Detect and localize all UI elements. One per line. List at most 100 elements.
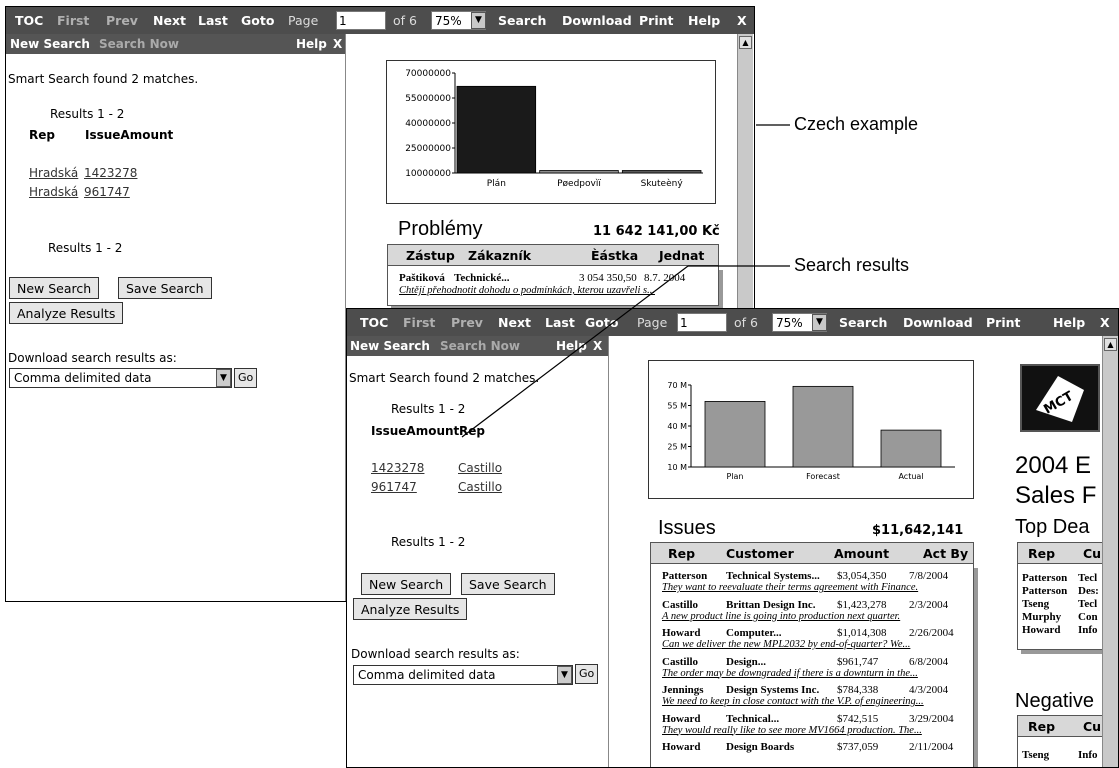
cell-cu: Tecl bbox=[1078, 572, 1098, 584]
go-button[interactable]: Go bbox=[575, 664, 599, 684]
help-link[interactable]: Help bbox=[296, 37, 327, 51]
search-button[interactable]: Search bbox=[839, 315, 887, 330]
result-amount-link[interactable]: 1423278 bbox=[371, 461, 424, 475]
last-button[interactable]: Last bbox=[545, 315, 575, 330]
search-now-link[interactable]: Search Now bbox=[99, 37, 179, 51]
cell-amount: $784,338 bbox=[837, 684, 879, 696]
prev-button[interactable]: Prev bbox=[451, 315, 483, 330]
issues-table-body: Paštiková Technické... 3 054 350,50 8.7.… bbox=[387, 266, 719, 306]
y-tick-label: 25 M bbox=[667, 443, 687, 452]
col-header: Rep bbox=[1028, 546, 1056, 561]
analyze-results-button[interactable]: Analyze Results bbox=[9, 302, 124, 324]
chevron-down-icon[interactable]: ▼ bbox=[471, 12, 486, 29]
print-button[interactable]: Print bbox=[639, 13, 674, 28]
result-amount-link[interactable]: 961747 bbox=[371, 480, 417, 494]
cell-cu: Con bbox=[1078, 611, 1098, 623]
new-search-button[interactable]: New Search bbox=[9, 277, 100, 299]
help-button[interactable]: Help bbox=[688, 13, 720, 28]
y-tick-label: 10 M bbox=[667, 463, 687, 472]
cell-customer: Design Systems Inc. bbox=[726, 684, 820, 696]
col-header-amount: IssueAmount bbox=[85, 128, 174, 142]
row-note: They would really like to see more MV166… bbox=[662, 724, 922, 736]
x-tick-label: Forecast bbox=[806, 472, 840, 481]
cell-rep: Jennings bbox=[662, 684, 704, 696]
close-panel-button[interactable]: X bbox=[333, 37, 342, 51]
report-title-line-2: Sales F bbox=[1015, 482, 1097, 509]
result-rep-link[interactable]: Castillo bbox=[458, 461, 502, 475]
cell-customer: Design... bbox=[726, 655, 767, 668]
x-tick-label: Plán bbox=[487, 179, 506, 189]
analyze-results-button[interactable]: Analyze Results bbox=[353, 598, 468, 620]
chevron-down-icon[interactable]: ▼ bbox=[216, 369, 231, 387]
download-button[interactable]: Download bbox=[562, 13, 632, 28]
report-title-line-1: 2004 E bbox=[1015, 452, 1092, 479]
save-search-button[interactable]: Save Search bbox=[461, 573, 555, 595]
download-button[interactable]: Download bbox=[903, 315, 973, 330]
new-search-link[interactable]: New Search bbox=[350, 339, 430, 353]
chevron-down-icon[interactable]: ▼ bbox=[557, 666, 572, 684]
vertical-scrollbar[interactable]: ▲ bbox=[1102, 336, 1118, 767]
toc-button[interactable]: TOC bbox=[360, 315, 388, 330]
chart-plot: 70000000 55000000 40000000 25000000 10000000… bbox=[405, 69, 703, 189]
issues-table-body: Patterson Technical Systems... $3,054,350 7… bbox=[650, 564, 974, 767]
new-search-link[interactable]: New Search bbox=[10, 37, 90, 51]
x-tick-label: Pøedpovìï bbox=[557, 179, 601, 189]
col-header: Amount bbox=[834, 546, 890, 561]
cell-customer: Technical... bbox=[726, 712, 780, 725]
cell-date: 2/11/2004 bbox=[909, 741, 954, 753]
col-header-rep: Rep bbox=[29, 128, 55, 142]
col-header: Customer bbox=[726, 546, 794, 561]
close-panel-button[interactable]: X bbox=[593, 339, 602, 353]
first-button[interactable]: First bbox=[403, 315, 435, 330]
close-button[interactable]: X bbox=[1100, 315, 1110, 330]
prev-button[interactable]: Prev bbox=[106, 13, 138, 28]
download-format-select[interactable]: Comma delimited data bbox=[9, 368, 232, 388]
goto-button[interactable]: Goto bbox=[585, 315, 618, 330]
col-header-amount: IssueAmount bbox=[371, 424, 460, 438]
scroll-up-icon[interactable]: ▲ bbox=[1104, 338, 1117, 351]
search-button[interactable]: Search bbox=[498, 13, 546, 28]
result-rep-link[interactable]: Hradská bbox=[29, 166, 78, 180]
col-header: Zákazník bbox=[468, 248, 532, 263]
result-rep-link[interactable]: Castillo bbox=[458, 480, 502, 494]
match-count: Smart Search found 2 matches. bbox=[8, 72, 199, 86]
page-input[interactable]: 1 bbox=[677, 313, 727, 332]
close-button[interactable]: X bbox=[737, 13, 747, 28]
result-amount-link[interactable]: 1423278 bbox=[84, 166, 137, 180]
download-label: Download search results as: bbox=[351, 647, 520, 661]
new-search-button[interactable]: New Search bbox=[361, 573, 452, 595]
scroll-up-icon[interactable]: ▲ bbox=[739, 36, 752, 49]
bar-chart: 70000000 55000000 40000000 25000000 10000000… bbox=[386, 60, 716, 204]
y-tick-label: 10000000 bbox=[405, 169, 451, 179]
chevron-down-icon[interactable]: ▼ bbox=[812, 314, 827, 331]
top-deals-title: Top Dea bbox=[1015, 516, 1090, 538]
col-header: Jednat bbox=[659, 248, 705, 263]
help-link[interactable]: Help bbox=[556, 339, 587, 353]
cell-cu: Tecl bbox=[1078, 598, 1098, 610]
download-format-select[interactable]: Comma delimited data bbox=[353, 665, 573, 685]
save-search-button[interactable]: Save Search bbox=[118, 277, 212, 299]
col-header: Èástka bbox=[591, 248, 639, 263]
last-button[interactable]: Last bbox=[198, 13, 228, 28]
print-button[interactable]: Print bbox=[986, 315, 1021, 330]
next-button[interactable]: Next bbox=[498, 315, 531, 330]
help-button[interactable]: Help bbox=[1053, 315, 1085, 330]
row-note: The order may be downgraded if there is … bbox=[662, 667, 918, 679]
toc-button[interactable]: TOC bbox=[15, 13, 43, 28]
chart-plot: 70 M 55 M 40 M 25 M 10 M Plan Forecast Actual bbox=[667, 381, 955, 481]
cell-rep: Howard bbox=[662, 627, 701, 639]
result-rep-link[interactable]: Hradská bbox=[29, 185, 78, 199]
goto-button[interactable]: Goto bbox=[241, 13, 274, 28]
cell-cu: Info bbox=[1078, 624, 1098, 636]
search-panel-header: New Search Search Now Help X bbox=[6, 34, 345, 54]
first-button[interactable]: First bbox=[57, 13, 89, 28]
search-now-link[interactable]: Search Now bbox=[440, 339, 520, 353]
next-button[interactable]: Next bbox=[153, 13, 186, 28]
result-amount-link[interactable]: 961747 bbox=[84, 185, 130, 199]
cell-date: 7/8/2004 bbox=[909, 570, 949, 582]
go-button[interactable]: Go bbox=[234, 368, 258, 388]
page-label: Page bbox=[288, 13, 319, 28]
cell-amount: $1,014,308 bbox=[837, 627, 887, 639]
page-input[interactable]: 1 bbox=[336, 11, 386, 30]
cell-rep: Howard bbox=[662, 741, 701, 753]
